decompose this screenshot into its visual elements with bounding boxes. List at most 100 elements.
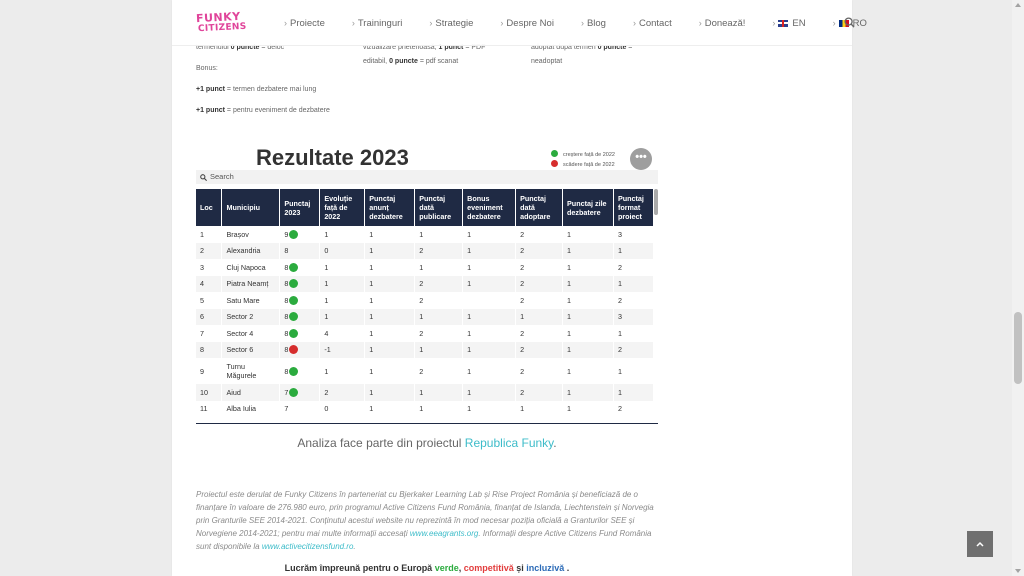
col-header[interactable]: Loc bbox=[196, 189, 223, 226]
table-cell-mun: Satu Mare bbox=[221, 292, 281, 309]
col-header[interactable]: Punctaj 2023 bbox=[279, 189, 321, 226]
scroll-up-icon[interactable] bbox=[1015, 3, 1021, 7]
nav-blog[interactable]: › Blog bbox=[581, 18, 606, 29]
table-cell-c6: 1 bbox=[462, 341, 517, 358]
legend: creștere față de 2022 scădere față de 20… bbox=[551, 150, 615, 170]
table-cell-c5: 1 bbox=[414, 400, 464, 417]
table-row: 10 Aiud 7 2 1 1 1 2 1 1 bbox=[196, 384, 655, 401]
search-icon bbox=[200, 174, 207, 181]
europe-slogan: Lucrăm împreună pentru o Europă verde, c… bbox=[284, 563, 570, 573]
analiza-note: Analiza face parte din proiectul Republi… bbox=[297, 436, 557, 450]
table-row: 2 Alexandria 8 0 1 2 1 2 1 1 bbox=[196, 242, 655, 259]
nav-traininguri[interactable]: › Traininguri bbox=[352, 18, 403, 29]
table-row: 8 Sector 6 8 -1 1 1 1 2 1 2 bbox=[196, 341, 655, 358]
table-cell-c6: 1 bbox=[462, 400, 517, 417]
table-cell-c8: 1 bbox=[562, 341, 614, 358]
table-cell-c9: 2 bbox=[613, 400, 655, 417]
table-cell-evo: 1 bbox=[319, 308, 366, 325]
table-cell-c4: 1 bbox=[364, 384, 416, 401]
table-cell-c8: 1 bbox=[562, 275, 614, 292]
col-header[interactable]: Bonus eveniment dezbatere bbox=[462, 189, 517, 226]
results-table: Loc Municipiu Punctaj 2023 Evoluție față… bbox=[196, 189, 655, 417]
table-cell-score: 8 bbox=[279, 242, 321, 259]
trend-up-dot-icon bbox=[289, 279, 299, 289]
table-cell-c8: 1 bbox=[562, 292, 614, 309]
table-cell-score: 8 bbox=[279, 292, 321, 309]
trend-up-dot-icon bbox=[289, 312, 299, 322]
table-cell-score: 8 bbox=[279, 259, 321, 276]
table-cell-mun: Cluj Napoca bbox=[221, 259, 281, 276]
bonus-label: Bonus: bbox=[196, 65, 218, 72]
table-cell-c6: 1 bbox=[462, 226, 517, 243]
chevron-right-icon: › bbox=[772, 18, 776, 28]
table-cell-c8: 1 bbox=[562, 259, 614, 276]
trend-down-dot-icon bbox=[289, 345, 299, 355]
table-cell-c5: 2 bbox=[414, 242, 464, 259]
table-cell-mun: Brașov bbox=[221, 226, 281, 243]
col-header[interactable]: Punctaj dată adoptare bbox=[515, 189, 564, 226]
nav-despre-noi[interactable]: › Despre Noi bbox=[500, 18, 554, 29]
table-row: 5 Satu Mare 8 1 1 2 2 1 2 bbox=[196, 292, 655, 309]
table-cell-c9: 1 bbox=[613, 242, 655, 259]
nav-strategie[interactable]: › Strategie bbox=[429, 18, 473, 29]
table-cell-c5: 1 bbox=[414, 226, 464, 243]
col-header[interactable]: Punctaj format proiect bbox=[613, 189, 655, 226]
table-cell-c7: 2 bbox=[515, 325, 564, 342]
col-header[interactable]: Punctaj zile dezbatere bbox=[562, 189, 614, 226]
funky-citizens-logo[interactable]: FUNKY CITIZENS bbox=[196, 10, 248, 35]
table-cell-c7: 2 bbox=[515, 358, 564, 384]
scroll-down-icon[interactable] bbox=[1015, 569, 1021, 573]
table-cell-c9: 2 bbox=[613, 341, 655, 358]
table-scrollbar[interactable] bbox=[654, 189, 658, 215]
col-header[interactable]: Evoluție față de 2022 bbox=[319, 189, 366, 226]
back-to-top-button[interactable] bbox=[967, 531, 993, 557]
eeagrants-link[interactable]: www.eeagrants.org bbox=[410, 529, 478, 538]
nav-proiecte[interactable]: › Proiecte bbox=[284, 18, 325, 29]
table-cell-loc: 11 bbox=[196, 400, 223, 417]
activecitizensfund-link[interactable]: www.activecitizensfund.ro bbox=[262, 542, 354, 551]
table-cell-evo: -1 bbox=[319, 341, 366, 358]
table-cell-evo: 1 bbox=[319, 226, 366, 243]
nav-doneaza[interactable]: › Donează! bbox=[699, 18, 746, 29]
lang-en[interactable]: › EN bbox=[772, 18, 805, 29]
table-cell-mun: Aiud bbox=[221, 384, 281, 401]
chevron-right-icon: › bbox=[698, 18, 702, 28]
trend-up-dot-icon bbox=[289, 328, 299, 338]
table-cell-evo: 2 bbox=[319, 384, 366, 401]
table-cell-loc: 7 bbox=[196, 325, 223, 342]
more-options-button[interactable]: ••• bbox=[630, 148, 652, 170]
page-scrollbar[interactable] bbox=[1012, 0, 1024, 576]
table-cell-score: 8 bbox=[279, 358, 321, 384]
nav-contact[interactable]: › Contact bbox=[633, 18, 672, 29]
table-search-input[interactable]: Search bbox=[196, 170, 658, 184]
divider bbox=[196, 423, 658, 424]
table-cell-loc: 9 bbox=[196, 358, 223, 384]
trend-up-dot-icon bbox=[289, 387, 299, 397]
table-cell-c6: 1 bbox=[462, 242, 517, 259]
trend-up-dot-icon bbox=[289, 295, 299, 305]
chevron-right-icon: › bbox=[832, 18, 836, 28]
table-cell-evo: 4 bbox=[319, 325, 366, 342]
table-cell-c5: 1 bbox=[414, 308, 464, 325]
table-cell-c7: 2 bbox=[515, 384, 564, 401]
table-cell-loc: 4 bbox=[196, 275, 223, 292]
table-cell-c7: 2 bbox=[515, 226, 564, 243]
col-header[interactable]: Punctaj anunț dezbatere bbox=[364, 189, 416, 226]
table-row: 1 Brașov 9 1 1 1 1 2 1 3 bbox=[196, 226, 655, 243]
table-cell-c9: 3 bbox=[613, 226, 655, 243]
table-cell-loc: 8 bbox=[196, 341, 223, 358]
chevron-right-icon: › bbox=[351, 18, 355, 28]
republica-funky-link[interactable]: Republica Funky bbox=[465, 436, 554, 450]
table-cell-c8: 1 bbox=[562, 325, 614, 342]
table-cell-evo: 1 bbox=[319, 259, 366, 276]
col-header[interactable]: Municipiu bbox=[221, 189, 281, 226]
scroll-thumb[interactable] bbox=[1014, 312, 1022, 384]
table-cell-c9: 1 bbox=[613, 275, 655, 292]
table-cell-loc: 6 bbox=[196, 308, 223, 325]
table-cell-loc: 3 bbox=[196, 259, 223, 276]
col-header[interactable]: Punctaj dată publicare bbox=[414, 189, 464, 226]
search-icon[interactable] bbox=[844, 17, 855, 28]
table-row: 9 Turnu Măgurele 8 1 1 2 1 2 1 1 bbox=[196, 358, 655, 384]
results-widget: Rezultate 2023 creștere față de 2022 scă… bbox=[196, 140, 658, 425]
red-dot-icon bbox=[551, 160, 558, 167]
